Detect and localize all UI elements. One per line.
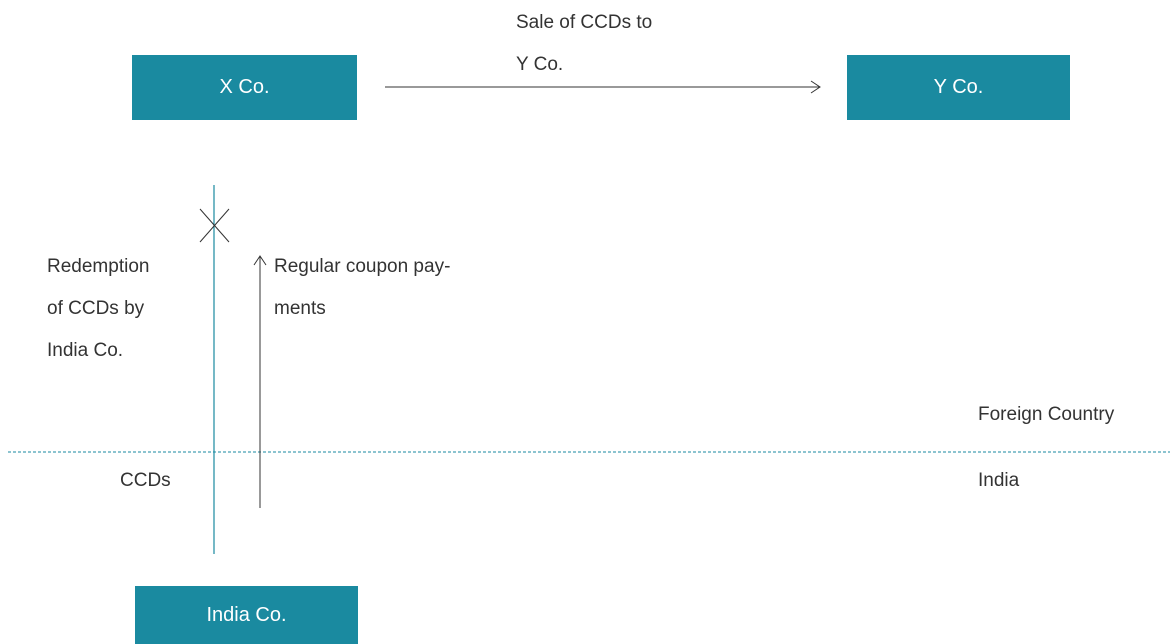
- coupon-arrow: [253, 255, 267, 508]
- coupon-label: Regular coupon pay- ments: [274, 246, 450, 330]
- redemption-label-line-3: India Co.: [47, 340, 124, 361]
- sale-label-line-2: Y Co.: [516, 54, 564, 75]
- redemption-label: Redemption of CCDs by India Co.: [47, 246, 149, 372]
- ccds-label: CCDs: [120, 470, 171, 491]
- y-co-box: Y Co.: [847, 55, 1070, 120]
- coupon-label-line-1: Regular coupon pay-: [274, 256, 451, 277]
- sale-label: Sale of CCDs to Y Co.: [516, 2, 652, 86]
- y-co-label: Y Co.: [933, 76, 984, 98]
- foreign-country-label: Foreign Country: [978, 404, 1115, 425]
- sale-label-line-1: Sale of CCDs to: [516, 12, 653, 33]
- x-co-label: X Co.: [219, 76, 270, 98]
- x-co-box: X Co.: [132, 55, 357, 120]
- india-co-label: India Co.: [206, 603, 287, 626]
- redemption-label-line-2: of CCDs by: [47, 298, 145, 319]
- india-region-label: India: [978, 470, 1020, 491]
- coupon-label-line-2: ments: [274, 298, 326, 319]
- india-co-box: India Co.: [135, 586, 358, 644]
- redemption-label-line-1: Redemption: [47, 256, 150, 277]
